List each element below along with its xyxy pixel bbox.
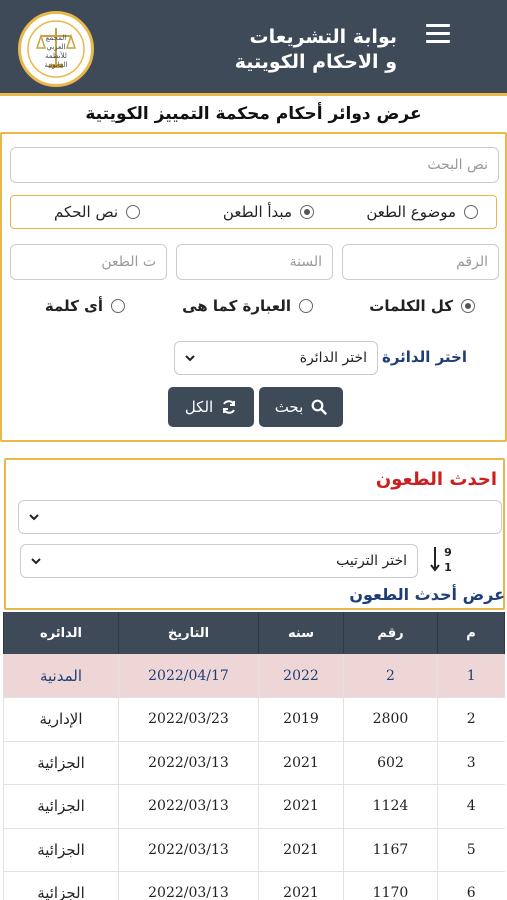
col-header-circuit: الدائره [3,612,119,654]
table-row[interactable]: 3 602 2021 2022/03/13 الجزائية [3,741,505,785]
chevron-down-icon [29,514,39,521]
cell-date: 2022/03/13 [118,784,259,829]
radio-search-subject[interactable]: موضوع الطعن [366,203,478,221]
col-header-year: سنه [258,612,344,654]
year-input[interactable] [176,244,333,280]
cell-number: 1167 [343,828,438,872]
radio-dot [126,205,140,219]
radio-label: أى كلمة [44,297,103,315]
svg-text:9: 9 [444,546,452,559]
cell-date: 2022/03/23 [118,697,259,742]
table-header-row: م رقم سنه التاريخ الدائره [3,612,505,654]
radio-exact-phrase[interactable]: العبارة كما هى [182,297,313,315]
latest-filter-select[interactable] [18,500,502,534]
cell-index: 2 [437,697,505,742]
cell-year: 2021 [258,784,344,829]
sort-numeric-icon[interactable]: 9 1 [430,544,456,574]
col-header-index: م [437,612,505,654]
radio-search-judgment-text[interactable]: نص الحكم [54,203,140,221]
table-row[interactable]: 4 1124 2021 2022/03/13 الجزائية [3,784,505,829]
radio-label: مبدأ الطعن [222,203,292,221]
radio-dot-selected [461,299,475,313]
search-button[interactable]: بحث [259,387,343,427]
appeal-type-input[interactable] [10,244,167,280]
logo: المجمع العربي للأنظمة القانونية [18,11,94,87]
cell-circuit: المدنية [3,654,119,698]
circuit-label: اختر الدائرة [381,348,467,366]
cell-date: 2022/03/13 [118,828,259,872]
radio-search-principle[interactable]: مبدأ الطعن [223,203,314,221]
search-icon [311,399,327,415]
chevron-down-icon [31,558,41,565]
app-header: بوابة التشريعات و الاحكام الكويتية المجم… [0,0,507,93]
sort-select-value: اختر الترتيب [336,553,407,569]
page-title: عرض دوائر أحكام محكمة التمييز الكويتية [85,104,422,124]
cell-number: 2 [343,654,438,698]
search-button-label: بحث [274,398,304,416]
sort-select[interactable]: اختر الترتيب [20,544,418,578]
col-header-number: رقم [343,612,438,654]
table-row[interactable]: 5 1167 2021 2022/03/13 الجزائية [3,828,505,872]
table-row[interactable]: 1 2 2022 2022/04/17 المدنية [3,654,505,698]
radio-dot [299,299,313,313]
cell-circuit: الجزائية [3,784,119,829]
number-input[interactable] [342,244,499,280]
svg-text:العربي: العربي [46,43,65,51]
cell-number: 1170 [343,871,438,900]
latest-appeals-title: احدث الطعون [375,469,497,490]
cell-number: 1124 [343,784,438,829]
radio-any-word[interactable]: أى كلمة [45,297,125,315]
app-title-line2: و الاحكام الكويتية [234,51,397,73]
radio-dot-selected [300,205,314,219]
col-header-date: التاريخ [118,612,259,654]
search-input[interactable] [10,147,499,183]
cell-number: 602 [343,741,438,785]
svg-text:1: 1 [444,561,452,574]
table-row[interactable]: 2 2800 2019 2022/03/23 الإدارية [3,697,505,742]
cell-date: 2022/03/13 [118,871,259,900]
results-table: م رقم سنه التاريخ الدائره 1 2 2022 2022/… [3,612,505,900]
radio-label: نص الحكم [53,203,118,221]
radio-dot [464,205,478,219]
cell-index: 5 [437,828,505,872]
cell-year: 2022 [258,654,344,698]
cell-number: 2800 [343,697,438,742]
svg-text:القانونية: القانونية [44,61,67,69]
cell-date: 2022/04/17 [118,654,259,698]
cell-index: 4 [437,784,505,829]
radio-label: كل الكلمات [369,297,453,315]
cell-index: 6 [437,871,505,900]
cell-year: 2021 [258,871,344,900]
cell-index: 1 [437,654,505,698]
circuit-select-value: اختر الدائرة [299,350,367,366]
cell-year: 2019 [258,697,344,742]
hamburger-menu-icon[interactable] [426,24,450,46]
cell-index: 3 [437,741,505,785]
all-button-label: الكل [184,398,214,416]
radio-all-words[interactable]: كل الكلمات [369,297,475,315]
cell-circuit: الإدارية [3,697,119,742]
refresh-icon [223,400,236,414]
svg-text:للأنظمة: للأنظمة [45,51,67,60]
chevron-down-icon [185,355,195,362]
radio-label: العبارة كما هى [182,297,291,315]
show-latest-label: عرض أحدث الطعون [349,585,505,604]
radio-dot [111,299,125,313]
svg-text:المجمع: المجمع [46,34,66,42]
search-in-group: موضوع الطعن مبدأ الطعن نص الحكم [10,195,497,229]
cell-year: 2021 [258,828,344,872]
radio-label: موضوع الطعن [366,203,456,221]
search-panel: موضوع الطعن مبدأ الطعن نص الحكم كل الكلم… [0,132,507,442]
cell-circuit: الجزائية [3,871,119,900]
cell-date: 2022/03/13 [118,741,259,785]
circuit-select[interactable]: اختر الدائرة [174,341,378,375]
cell-circuit: الجزائية [3,828,119,872]
table-row[interactable]: 6 1170 2021 2022/03/13 الجزائية [3,871,505,900]
all-button[interactable]: الكل [168,387,254,427]
cell-year: 2021 [258,741,344,785]
header-divider [0,93,507,96]
cell-circuit: الجزائية [3,741,119,785]
app-title-line1: بوابة التشريعات [249,26,397,48]
